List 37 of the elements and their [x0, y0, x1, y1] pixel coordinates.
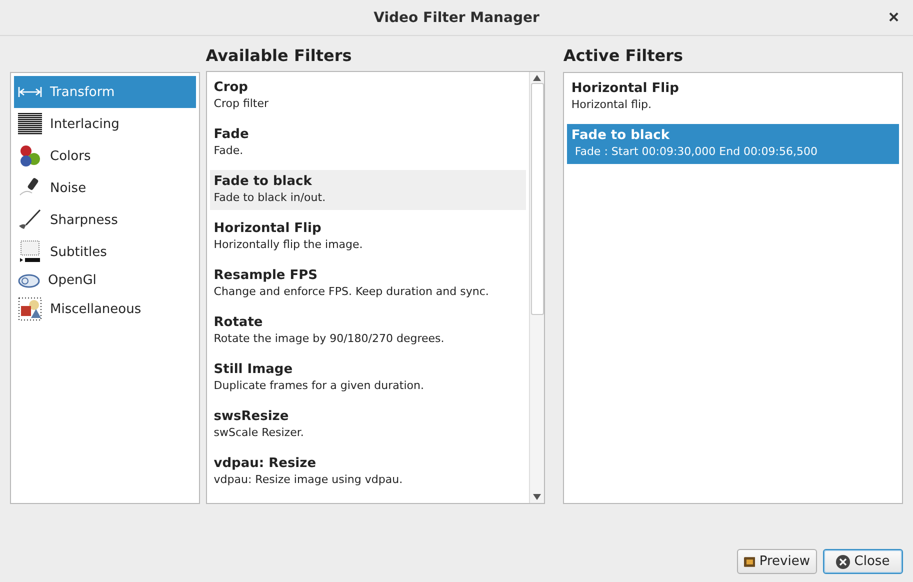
subtitle-frame-icon — [18, 240, 42, 264]
category-item[interactable]: Colors — [14, 140, 196, 172]
category-item[interactable]: Interlacing — [14, 108, 196, 140]
category-item[interactable]: Transform — [14, 76, 196, 108]
shapes-icon — [18, 297, 42, 321]
active-filter-item[interactable]: Fade to black Fade : Start 00:09:30,000 End 00:09:56,500 — [567, 124, 899, 164]
preview-button[interactable]: Preview — [737, 549, 817, 574]
filter-item[interactable]: Crop Crop filter — [210, 76, 526, 116]
filter-item[interactable]: swsResize swScale Resizer. — [210, 405, 526, 445]
horizontal-arrow-icon — [18, 86, 42, 98]
filter-item[interactable]: Fade Fade. — [210, 123, 526, 163]
category-item[interactable]: Subtitles — [14, 236, 196, 268]
filter-item[interactable]: Rotate Rotate the image by 90/180/270 degrees. — [210, 311, 526, 351]
up-arrow-icon — [533, 75, 542, 81]
category-item[interactable]: Sharpness — [14, 204, 196, 236]
category-item[interactable]: Miscellaneous — [14, 293, 196, 325]
film-icon — [744, 556, 756, 568]
filter-item[interactable]: Resample FPS Change and enforce FPS. Keep duration and sync. — [210, 264, 526, 304]
active-filter-item[interactable]: Horizontal Flip Horizontal flip. — [567, 77, 899, 117]
close-button[interactable]: × — [884, 7, 903, 28]
down-arrow-icon — [533, 494, 542, 500]
scrollbar[interactable] — [529, 72, 544, 503]
brush-icon — [18, 209, 42, 231]
opengl-logo-icon — [18, 274, 40, 288]
close-icon — [836, 554, 850, 568]
filter-item[interactable]: Fade to black Fade to black in/out. — [210, 170, 526, 210]
striped-lines-icon — [18, 113, 42, 135]
filter-item[interactable]: Still Image Duplicate frames for a given duration. — [210, 358, 526, 398]
filter-item[interactable]: vdpau: Resize vdpau: Resize image using vdpau. — [210, 452, 526, 492]
filter-item[interactable]: Horizontal Flip Horizontally flip the image. — [210, 217, 526, 257]
section-heading: Active Filters — [563, 45, 684, 67]
category-item[interactable]: OpenGl — [14, 268, 196, 293]
close-button[interactable]: Close — [823, 549, 903, 574]
color-balls-icon — [18, 145, 42, 167]
window-title: Video Filter Manager — [374, 10, 540, 26]
category-item[interactable]: Noise — [14, 172, 196, 204]
section-heading: Available Filters — [206, 45, 353, 67]
